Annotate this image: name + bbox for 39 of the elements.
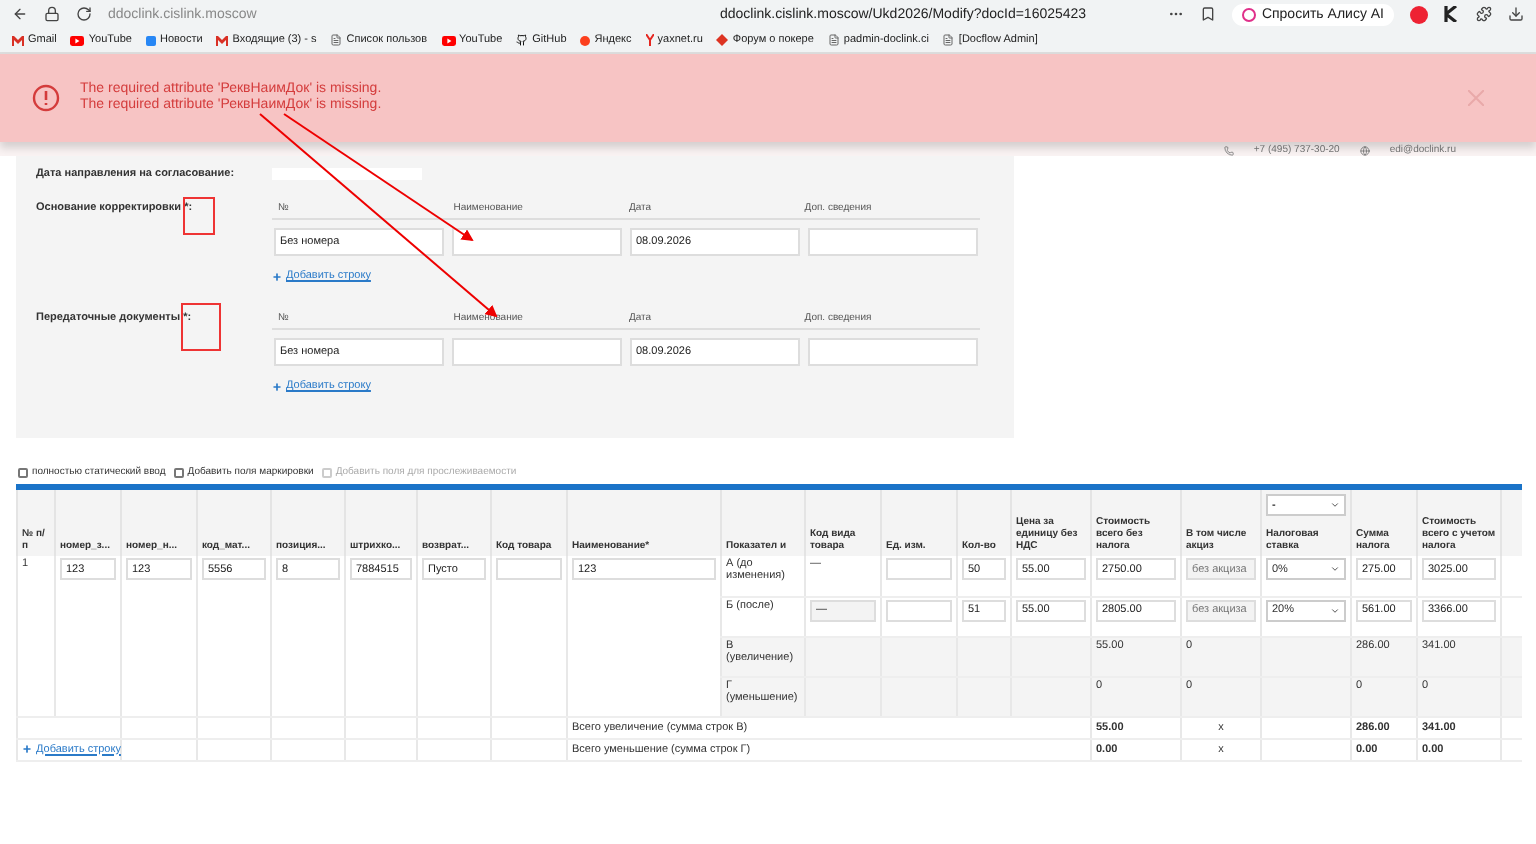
table-input[interactable]: [496, 558, 562, 580]
page-icon: [827, 34, 840, 46]
extensions-icon[interactable]: [1476, 6, 1492, 22]
lock-icon[interactable]: [44, 6, 60, 22]
circle-icon: [580, 35, 591, 45]
mail-icon: [216, 35, 229, 45]
play-icon: [441, 35, 456, 45]
chevron-icon: [1330, 500, 1340, 510]
play-icon: [70, 35, 85, 45]
globe-icon: [1359, 146, 1370, 156]
chevron-icon: [1330, 564, 1340, 574]
error-icon: [32, 84, 60, 112]
back-icon[interactable]: [12, 6, 28, 22]
plus-icon: [272, 271, 282, 281]
page-icon: [942, 34, 955, 46]
mail-icon: [12, 35, 24, 45]
profile-icon[interactable]: [1410, 5, 1428, 23]
unit-input[interactable]: [886, 599, 952, 621]
extension-icon[interactable]: [1444, 6, 1460, 22]
text-field[interactable]: [808, 338, 978, 366]
chevron-icon: [1330, 605, 1340, 615]
text-field[interactable]: [452, 228, 622, 256]
highlight-frame: [181, 303, 221, 351]
plus-icon: [22, 744, 32, 754]
text-field[interactable]: [808, 228, 978, 256]
unit-input[interactable]: [886, 558, 952, 580]
diamond-icon: [716, 34, 729, 46]
text-field[interactable]: [452, 338, 622, 366]
tick-icon: [645, 34, 654, 46]
plus-icon: [272, 381, 282, 391]
date-field[interactable]: [272, 168, 422, 180]
highlight-frame: [183, 197, 215, 235]
cat-icon: [516, 34, 529, 46]
reload-icon[interactable]: [76, 6, 92, 22]
download-icon[interactable]: [1508, 6, 1524, 22]
square-icon: [146, 35, 156, 45]
bookmark-icon[interactable]: [1199, 6, 1216, 22]
page-icon: [330, 34, 343, 46]
phone-icon: [1223, 146, 1234, 156]
